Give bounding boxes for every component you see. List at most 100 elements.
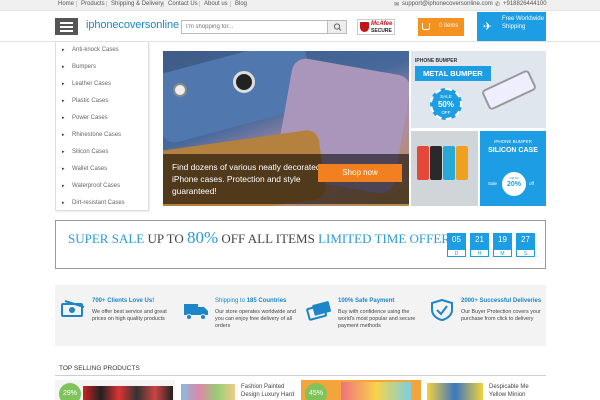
search-box	[181, 20, 347, 34]
sidebar-item-label: Bumpers	[72, 64, 97, 70]
sidebar-item-label: Dirt-resistant Cases	[72, 200, 125, 206]
sale-text-part: LIMITED TIME OFFER	[318, 231, 450, 246]
product-title: Fashion Painted Design Luxury Hard	[241, 384, 295, 398]
promo-metal-bumper[interactable]: IPHONE BUMPER METAL BUMPER SALE 50% OFF	[411, 51, 546, 128]
nav-link-shipping[interactable]: Shipping & Delivery	[106, 1, 163, 7]
sidebar-item-anti-knock[interactable]: ▸ Anti-knock Cases	[56, 42, 150, 59]
feature-payment: 100% Safe Payment Buy with confidence us…	[301, 285, 424, 346]
badge-secure: SECURE	[371, 28, 392, 34]
badge-label: up to	[509, 175, 519, 180]
chevron-right-icon: ▸	[62, 132, 65, 138]
chevron-right-icon: ▸	[62, 183, 65, 189]
promo-title: SILICON CASE	[488, 147, 538, 154]
feature-desc: Our Buyer Protection covers your purchas…	[461, 309, 541, 322]
nav-link-about[interactable]: About us	[199, 1, 228, 7]
feature-title: 2000+ Successful Deliveries	[461, 298, 542, 304]
product-card[interactable]: Despicable Me Yellow Minion	[425, 380, 546, 400]
silicon-cases-image[interactable]	[411, 131, 478, 206]
credit-card-icon	[306, 301, 332, 321]
sidebar-item-label: Anti-knock Cases	[72, 47, 119, 53]
product-card[interactable]: 29%	[55, 380, 175, 400]
feature-title: Shipping to 185 Countries	[215, 298, 287, 304]
countdown-unit: D	[447, 249, 466, 257]
promo-title: METAL BUMPER	[415, 66, 491, 81]
cart-count: 0 items	[439, 23, 459, 29]
feature-title: 700+ Clients Love Us!	[92, 298, 155, 304]
search-icon	[333, 23, 342, 31]
countdown-unit: S	[516, 249, 535, 257]
sidebar-item-wallet[interactable]: ▸ Wallet Cases	[56, 161, 150, 178]
shop-now-button[interactable]: Shop now	[318, 164, 402, 182]
countdown-unit: H	[470, 249, 489, 257]
product-card[interactable]: 45%	[301, 380, 421, 400]
logo-text-accent: online	[150, 19, 179, 31]
countdown-minutes: 19 M	[493, 233, 512, 257]
sidebar-item-silicon[interactable]: ▸ Silicon Cases	[56, 144, 150, 161]
top-selling-header: TOP SELLING PRODUCTS	[55, 364, 546, 376]
discount-badge: up to 20%	[502, 172, 526, 196]
badge-percent: 20%	[506, 181, 521, 188]
chevron-right-icon: ▸	[62, 200, 65, 206]
sidebar-item-power[interactable]: ▸ Power Cases	[56, 110, 150, 127]
sidebar-item-rhinestone[interactable]: ▸ Rhinestone Cases	[56, 127, 150, 144]
phone-icon: ✆	[495, 2, 501, 8]
countdown-value: 27	[521, 235, 530, 244]
promo-off-label: off	[529, 181, 534, 186]
countdown-value: 05	[452, 235, 461, 244]
product-image	[181, 384, 235, 400]
feature-desc: Our store operates worldwide and you can…	[215, 309, 296, 329]
countdown-value: 19	[498, 235, 507, 244]
chevron-right-icon: ▸	[62, 149, 65, 155]
case-image	[456, 146, 468, 180]
site-logo[interactable]: iphonecoversonline	[86, 19, 179, 31]
sidebar-item-plastic[interactable]: ▸ Plastic Cases	[56, 93, 150, 110]
countdown-seconds: 27 S	[516, 233, 535, 257]
cart-button[interactable]: 0 items	[418, 18, 464, 36]
free-shipping-banner: ✈ Free Worldwide Shipping	[477, 12, 546, 42]
countdown-unit: M	[493, 249, 512, 257]
discount-badge: 29%	[59, 383, 81, 400]
product-title: Despicable Me Yellow Minion	[489, 384, 529, 398]
feature-desc: Buy with confidence using the world's mo…	[338, 309, 416, 329]
sidebar-item-leather[interactable]: ▸ Leather Cases	[56, 76, 150, 93]
feature-title: 100% Safe Payment	[338, 298, 395, 304]
case-image	[443, 146, 455, 180]
promo-silicon-case[interactable]: IPHONE BUMPER SILICON CASE Sale up to 20…	[480, 131, 546, 206]
hero-banner[interactable]: Find dozens of various neatly decorated …	[163, 51, 409, 206]
sidebar-item-bumpers[interactable]: ▸ Bumpers	[56, 59, 150, 76]
sale-headline: SUPER SALE UP TO 80% OFF ALL ITEMS LIMIT…	[68, 228, 488, 247]
chevron-right-icon: ▸	[62, 47, 65, 53]
sale-percent: 80%	[186, 228, 219, 247]
feature-shipping: Shipping to 185 Countries Our store oper…	[178, 285, 301, 346]
money-icon	[61, 300, 85, 317]
nav-link-contact[interactable]: Contact Us	[163, 1, 198, 7]
nav-link-products[interactable]: Products	[76, 1, 105, 7]
sale-text-part: OFF ALL ITEMS	[218, 231, 319, 246]
section-divider	[55, 375, 546, 376]
product-card[interactable]: Fashion Painted Design Luxury Hard	[179, 380, 297, 400]
badge-label: SALE	[440, 94, 452, 99]
airplane-icon: ✈	[483, 21, 493, 33]
super-sale-banner[interactable]: SUPER SALE UP TO 80% OFF ALL ITEMS LIMIT…	[55, 220, 546, 269]
nav-link-blog[interactable]: Blog	[230, 1, 247, 7]
sidebar-item-label: Power Cases	[72, 115, 108, 121]
camera-lens-image	[173, 83, 187, 97]
chevron-right-icon: ▸	[62, 115, 65, 121]
sidebar-item-dirt-resistant[interactable]: ▸ Dirt-resistant Cases	[56, 195, 150, 212]
sidebar-item-waterproof[interactable]: ▸ Waterproof Cases	[56, 178, 150, 195]
search-input[interactable]	[182, 21, 327, 33]
menu-icon[interactable]	[55, 18, 78, 35]
product-image	[83, 386, 173, 400]
nav-link-home[interactable]: Home	[58, 1, 74, 7]
product-image	[427, 383, 483, 400]
chevron-right-icon: ▸	[62, 64, 65, 70]
badge-label: OFF	[441, 110, 451, 115]
case-image	[417, 146, 429, 180]
feature-deliveries: 2000+ Successful Deliveries Our Buyer Pr…	[424, 285, 547, 346]
sidebar-item-label: Silicon Cases	[72, 149, 109, 155]
search-button[interactable]	[327, 21, 346, 33]
support-phone[interactable]: +918826444100	[503, 1, 547, 7]
support-email[interactable]: support@iphonecoversonline.com	[402, 1, 493, 7]
mail-icon: ✉	[394, 2, 400, 8]
promo-subtitle: IPHONE BUMPER	[494, 139, 532, 144]
